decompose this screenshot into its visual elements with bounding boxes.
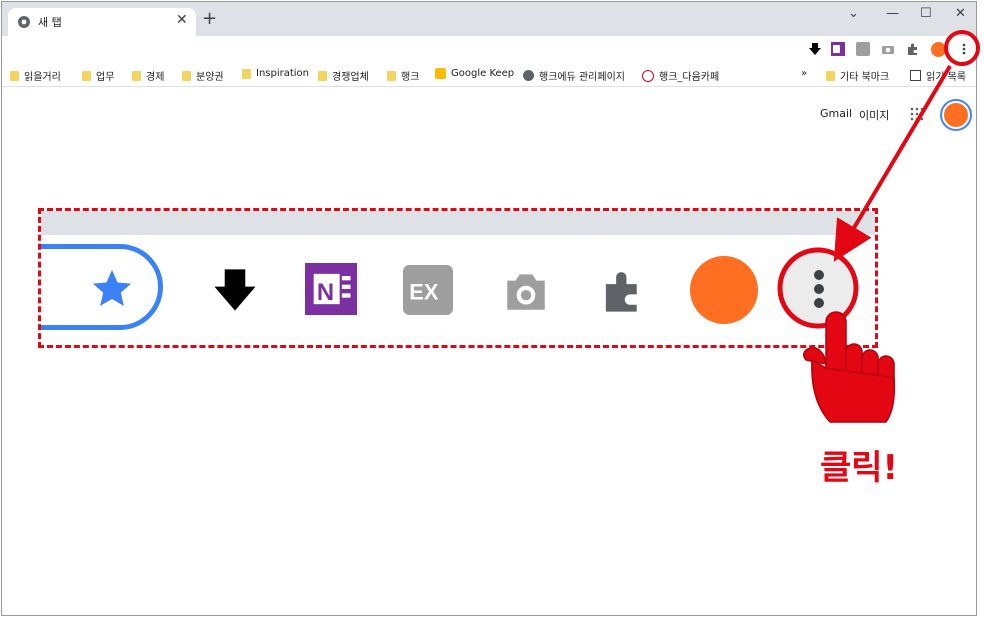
svg-text:N: N (317, 279, 334, 306)
bookmark-folder[interactable]: 행크 (387, 68, 419, 83)
bookmark-label: Google Keep (451, 68, 515, 79)
bookmark-label: 업무 (96, 72, 115, 83)
zoomed-toolbar-callout: N EX (38, 208, 878, 348)
click-callout-text: 클릭! (820, 448, 899, 488)
bookmark-label: 읽기 목록 (926, 72, 966, 83)
globe-icon (523, 70, 534, 81)
camera-icon[interactable] (501, 268, 551, 314)
folder-icon (826, 70, 835, 81)
bookmark-folder[interactable]: Inspiration (242, 68, 309, 79)
bookmark-label: 행크에듀 관리페이지 (539, 72, 625, 83)
svg-text:EX: EX (409, 279, 439, 304)
bookmark-label: 분양권 (196, 72, 224, 83)
new-tab-page: Gmail 이미지 (2, 87, 976, 615)
bookmark-label: 읽을거리 (24, 72, 61, 83)
toolbar (2, 36, 976, 62)
ex-extension-icon[interactable]: EX (403, 265, 453, 315)
more-menu-icon[interactable] (781, 251, 857, 327)
images-link[interactable]: 이미지 (859, 107, 889, 123)
bookmark-google-keep[interactable]: Google Keep (435, 68, 514, 79)
minimize-button[interactable]: — (886, 6, 899, 21)
bookmark-folder[interactable]: 읽을거리 (10, 68, 61, 83)
reading-list[interactable]: 읽기 목록 (910, 68, 966, 83)
gmail-link[interactable]: Gmail (820, 107, 852, 120)
close-icon[interactable]: ✕ (176, 12, 188, 28)
more-menu-icon[interactable] (957, 42, 971, 56)
apps-grid-icon[interactable] (910, 107, 924, 121)
bookmark-hank-admin[interactable]: 행크에듀 관리페이지 (523, 68, 625, 83)
profile-avatar[interactable] (931, 42, 946, 57)
bookmark-hank-daum-cafe[interactable]: 행크_다음카페 (642, 68, 719, 83)
window-close-button[interactable]: ✕ (955, 6, 966, 21)
folder-icon (242, 68, 251, 79)
maximize-button[interactable]: ☐ (920, 6, 932, 21)
tab-title: 새 탭 (38, 16, 62, 29)
folder-icon (387, 70, 396, 81)
bookmark-folder[interactable]: 경쟁업체 (318, 68, 369, 83)
keep-icon (435, 68, 446, 79)
chrome-icon (18, 16, 30, 28)
reading-list-icon (910, 70, 921, 81)
camera-icon[interactable] (881, 42, 895, 56)
ex-extension-icon[interactable] (856, 42, 870, 56)
folder-icon (182, 70, 191, 81)
bookmark-folder[interactable]: 경제 (132, 68, 164, 83)
bookmark-star-icon[interactable] (89, 266, 135, 312)
profile-avatar[interactable] (689, 255, 759, 325)
download-arrow-icon[interactable] (211, 266, 259, 314)
folder-icon (82, 70, 91, 81)
bookmark-label: 경쟁업체 (332, 72, 369, 83)
account-avatar[interactable] (940, 99, 972, 131)
puzzle-icon[interactable] (599, 267, 647, 315)
folder-icon (318, 70, 327, 81)
bookmark-folder[interactable]: 업무 (82, 68, 114, 83)
onenote-icon[interactable] (831, 42, 845, 56)
daum-icon (642, 69, 654, 82)
tab-new-tab[interactable]: 새 탭 ✕ (8, 8, 196, 36)
tab-strip: 새 탭 ✕ + ⌄ — ☐ ✕ (2, 2, 976, 36)
bookmarks-overflow-button[interactable]: » (801, 68, 807, 79)
bookmarks-bar: 읽을거리 업무 경제 분양권 Inspiration 경쟁업체 행크 Googl… (2, 64, 976, 87)
folder-icon (10, 70, 19, 81)
folder-icon (132, 70, 141, 81)
other-bookmarks[interactable]: 기타 북마크 (826, 68, 889, 83)
bookmark-label: 행크_다음카페 (659, 72, 720, 83)
puzzle-icon[interactable] (906, 42, 920, 56)
zoomed-tab-strip (41, 211, 875, 235)
bookmark-folder[interactable]: 분양권 (182, 68, 224, 83)
onenote-icon[interactable]: N (305, 263, 357, 315)
new-tab-button[interactable]: + (202, 10, 217, 28)
bookmark-label: 기타 북마크 (840, 72, 890, 83)
bookmark-label: 경제 (146, 72, 165, 83)
bookmark-label: 행크 (401, 72, 420, 83)
chevron-down-icon[interactable]: ⌄ (848, 6, 859, 21)
bookmark-label: Inspiration (256, 68, 310, 79)
download-arrow-icon[interactable] (808, 42, 822, 56)
